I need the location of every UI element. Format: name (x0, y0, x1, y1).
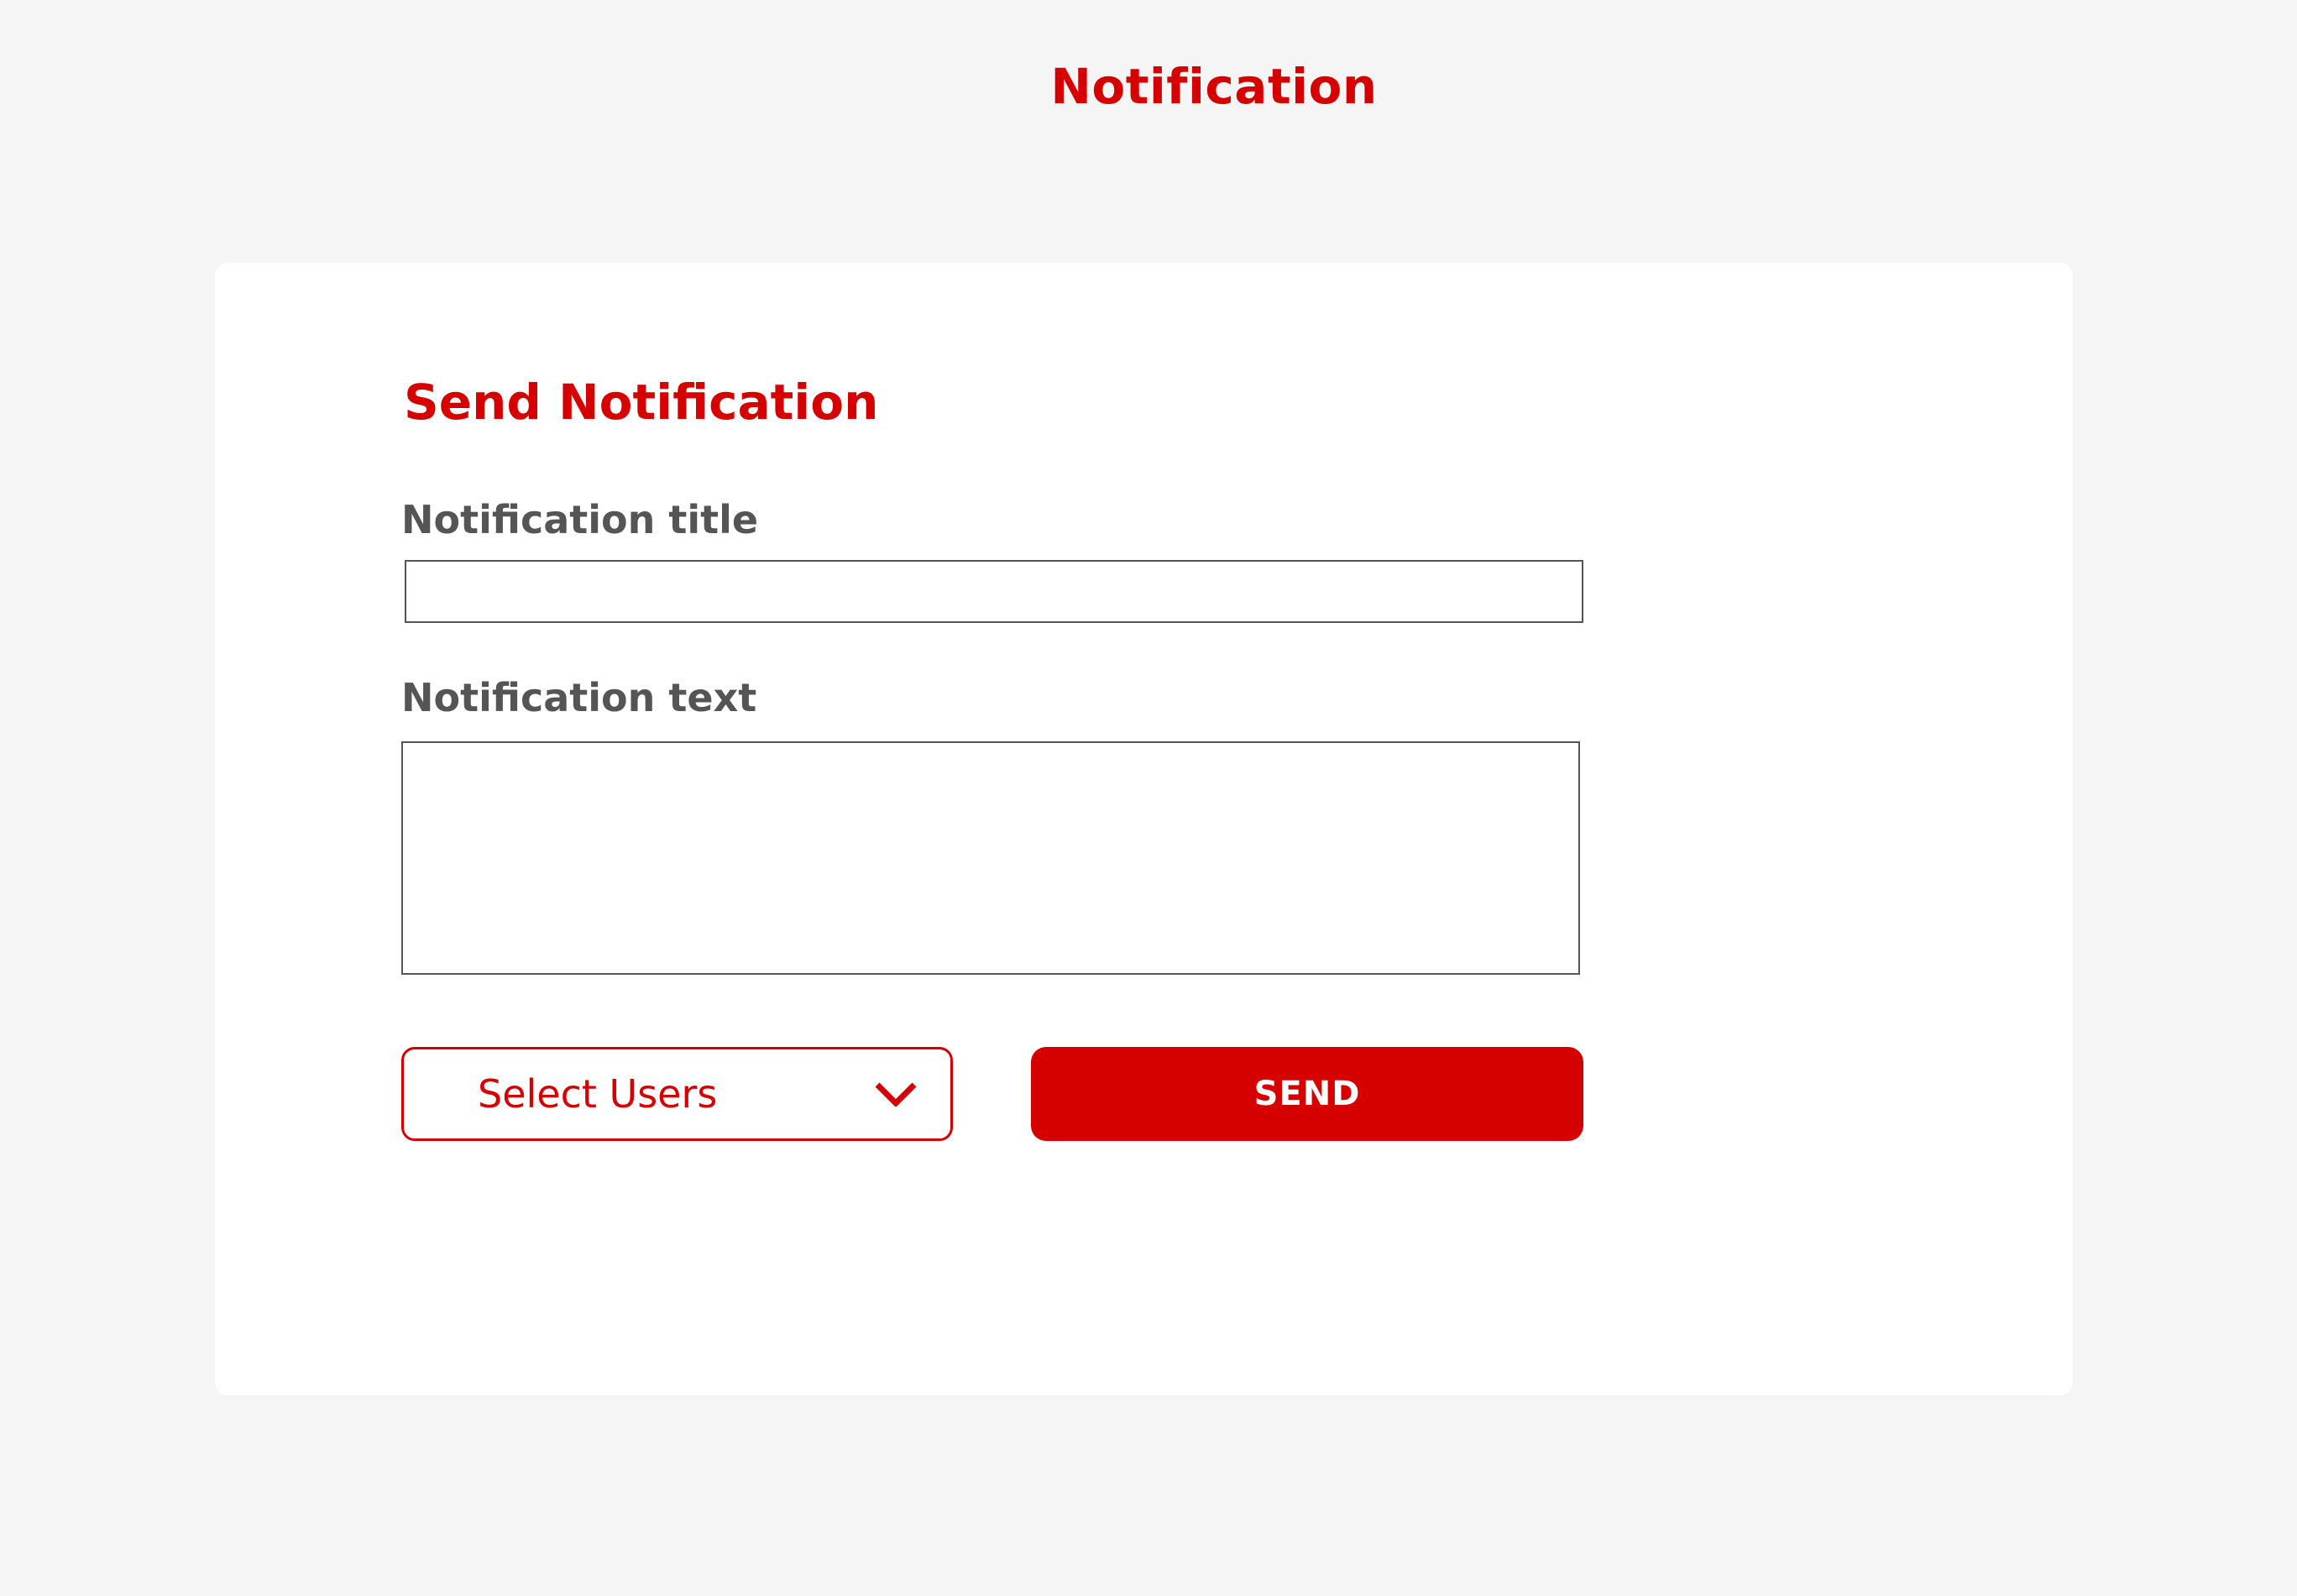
select-users-dropdown[interactable]: Select Users (401, 1047, 953, 1141)
send-button[interactable]: SEND (1031, 1047, 1583, 1141)
send-notification-card: Send Notification Notification title Not… (215, 263, 2073, 1395)
notification-text-input[interactable] (401, 741, 1580, 975)
notification-title-label: Notification title (401, 497, 759, 542)
page-title: Notification (1050, 58, 1378, 115)
notification-text-label: Notification text (401, 675, 757, 720)
notification-title-input[interactable] (405, 560, 1583, 623)
chevron-down-icon (875, 1082, 917, 1107)
card-title: Send Notification (404, 374, 879, 431)
select-users-label: Select Users (478, 1071, 718, 1117)
